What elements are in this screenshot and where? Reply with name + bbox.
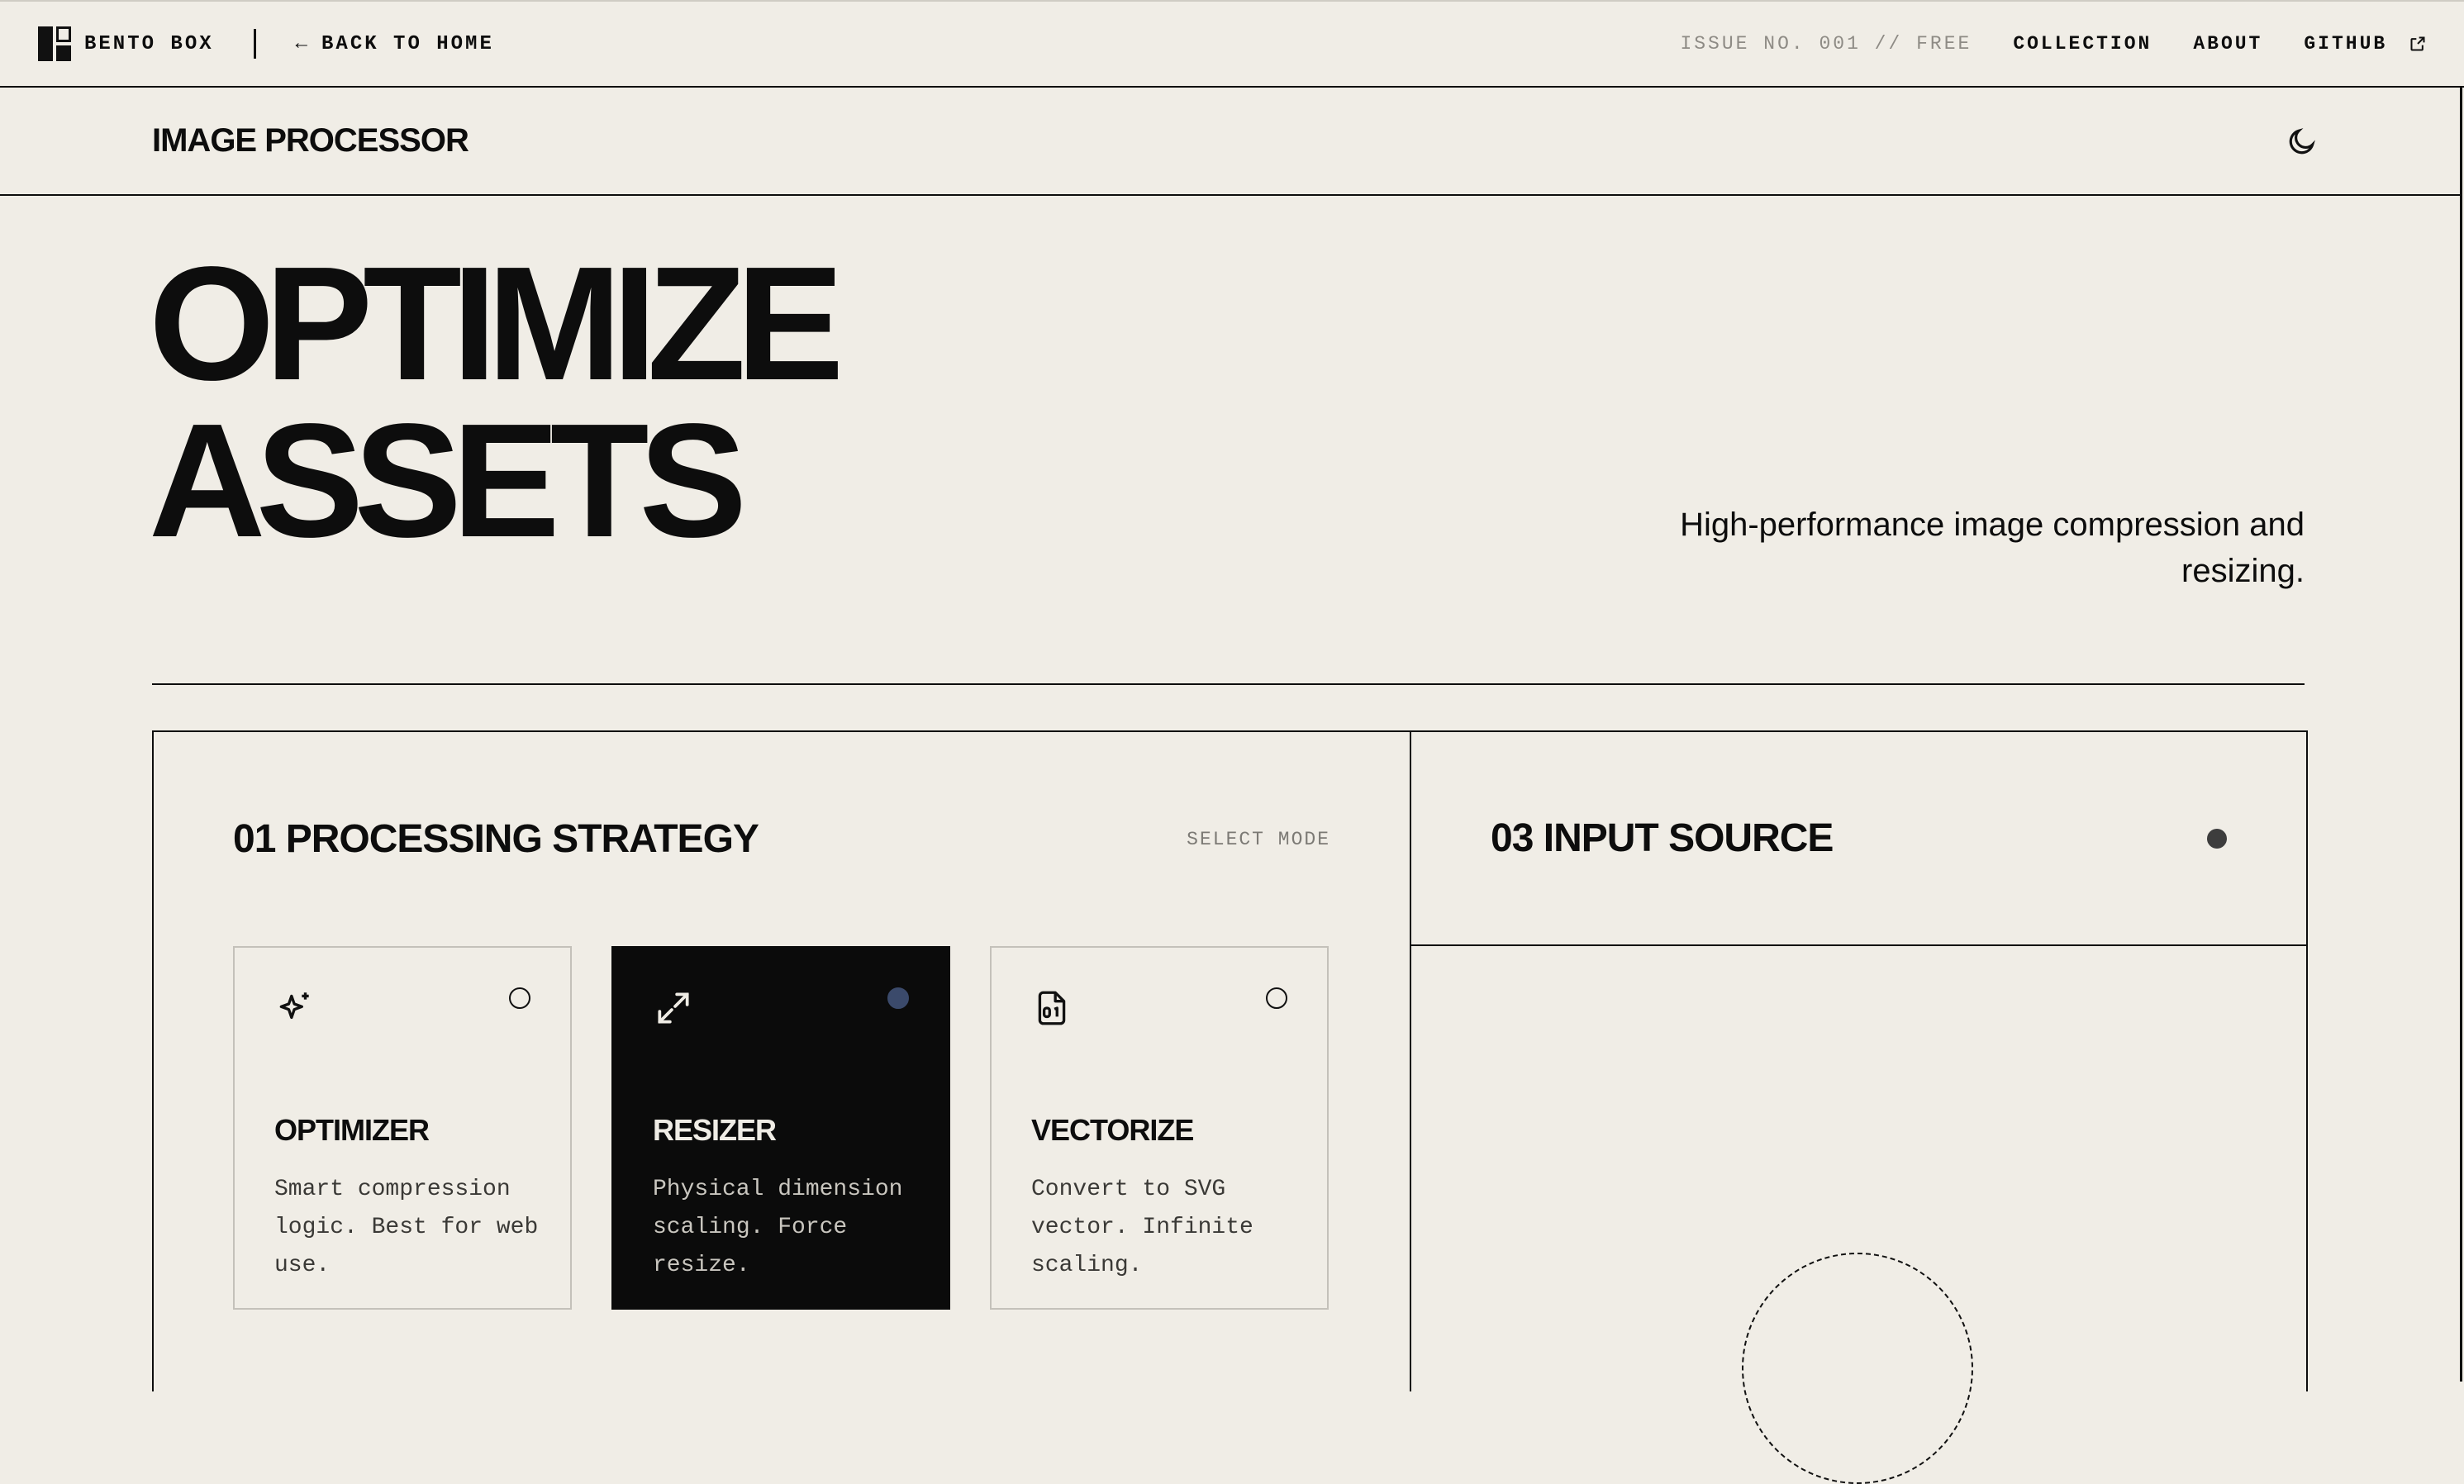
theme-toggle-button[interactable]: [2285, 124, 2319, 159]
app-header: IMAGE PROCESSOR: [0, 88, 2460, 196]
hero-title-line-1: OPTIMIZE: [149, 233, 844, 414]
moon-icon: [2289, 127, 2315, 154]
radio-indicator-selected[interactable]: [887, 987, 909, 1009]
strategy-card-resizer[interactable]: RESIZER Physical dimension scaling. Forc…: [611, 946, 950, 1310]
input-source-title: 03 INPUT SOURCE: [1491, 816, 1834, 860]
nav-collection[interactable]: COLLECTION: [2013, 33, 2152, 55]
brand[interactable]: BENTO BOX: [38, 26, 214, 61]
workspace-panels: 01 PROCESSING STRATEGY SELECT MODE OPTIM…: [152, 730, 2308, 1484]
select-mode-label: SELECT MODE: [1187, 828, 1330, 850]
hero-title-line-2: ASSETS: [149, 390, 747, 571]
divider: [253, 29, 256, 59]
radio-indicator[interactable]: [509, 987, 530, 1009]
strategy-title: 01 PROCESSING STRATEGY: [233, 817, 759, 861]
external-link-icon: [2410, 36, 2425, 51]
brand-name: BENTO BOX: [84, 32, 214, 55]
issue-label: ISSUE NO. 001 // FREE: [1680, 33, 1972, 55]
card-description: Smart compression logic. Best for web us…: [274, 1177, 539, 1278]
expand-arrows-icon: [658, 992, 689, 1024]
processing-strategy-panel: 01 PROCESSING STRATEGY SELECT MODE OPTIM…: [154, 732, 1411, 1391]
arrow-left-icon: ←: [295, 32, 311, 55]
bento-logo-icon: [38, 26, 71, 61]
card-description: Physical dimension scaling. Force resize…: [653, 1177, 903, 1278]
upload-dropzone[interactable]: [1742, 1253, 1973, 1484]
card-description: Convert to SVG vector. Infinite scaling.: [1031, 1177, 1253, 1278]
input-source-header: 03 INPUT SOURCE: [1411, 732, 2306, 946]
input-source-panel: 03 INPUT SOURCE: [1411, 732, 2306, 1484]
card-title: RESIZER: [653, 1113, 777, 1147]
status-dot: [2207, 828, 2227, 849]
back-label: BACK TO HOME: [321, 32, 494, 55]
app-title: IMAGE PROCESSOR: [152, 122, 469, 159]
hero-divider: [152, 683, 2305, 685]
card-title: OPTIMIZER: [274, 1113, 430, 1147]
strategy-card-vectorize[interactable]: VECTORIZE Convert to SVG vector. Infinit…: [990, 946, 1329, 1310]
nav-github-label: GITHUB: [2304, 33, 2388, 55]
hero: OPTIMIZE ASSETS High-performance image c…: [0, 196, 2460, 685]
hero-title: OPTIMIZE ASSETS: [149, 233, 844, 571]
hero-subtitle: High-performance image compression and r…: [1680, 507, 2305, 589]
top-nav: ISSUE NO. 001 // FREE COLLECTION ABOUT G…: [1680, 33, 2426, 55]
strategy-card-optimizer[interactable]: OPTIMIZER Smart compression logic. Best …: [233, 946, 572, 1310]
strategy-cards: OPTIMIZER Smart compression logic. Best …: [154, 946, 1410, 1310]
strategy-header: 01 PROCESSING STRATEGY SELECT MODE: [154, 732, 1410, 946]
top-bar: BENTO BOX ← BACK TO HOME ISSUE NO. 001 /…: [0, 0, 2464, 88]
binary-file-icon: [1038, 991, 1066, 1025]
nav-about[interactable]: ABOUT: [2193, 33, 2262, 55]
card-title: VECTORIZE: [1031, 1113, 1194, 1147]
sparkles-icon: [279, 992, 309, 1020]
radio-indicator[interactable]: [1266, 987, 1287, 1009]
back-to-home-link[interactable]: ← BACK TO HOME: [296, 33, 494, 55]
nav-github[interactable]: GITHUB: [2304, 33, 2426, 55]
